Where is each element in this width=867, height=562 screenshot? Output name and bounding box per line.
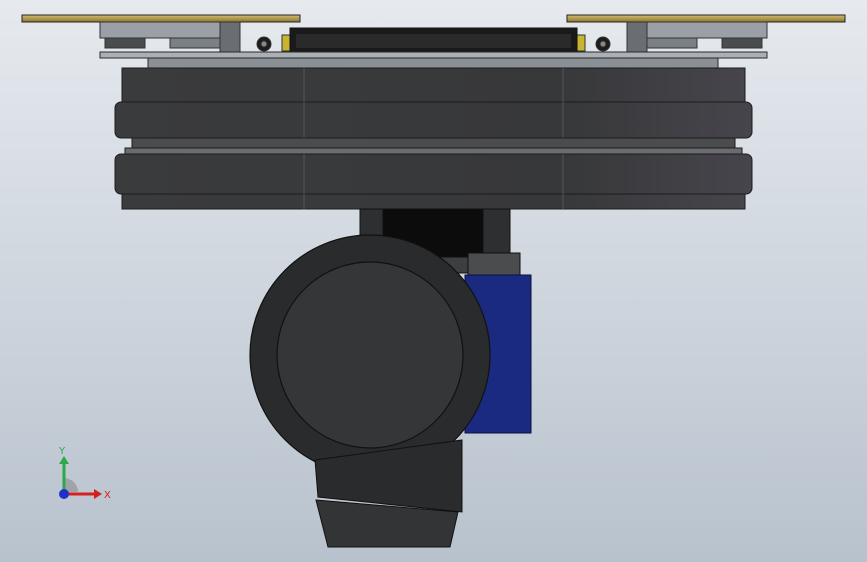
- coordinate-triad: Y X: [58, 446, 111, 501]
- cad-model[interactable]: [0, 0, 867, 562]
- lower-flange: [114, 153, 753, 210]
- bracket-left: [99, 21, 291, 53]
- bracket-right: [576, 21, 768, 53]
- central-bearing: [289, 27, 578, 55]
- z-axis-dot: [59, 489, 69, 499]
- top-seal: [99, 51, 768, 69]
- y-axis-label: Y: [58, 446, 66, 457]
- top-plate-left: [21, 14, 301, 23]
- 3d-viewport[interactable]: Y X: [0, 0, 867, 562]
- spacer-ring: [124, 137, 743, 155]
- top-plate-right: [566, 14, 846, 23]
- wheel: [249, 234, 491, 476]
- x-axis-label: X: [104, 490, 111, 501]
- upper-flange: [114, 67, 753, 139]
